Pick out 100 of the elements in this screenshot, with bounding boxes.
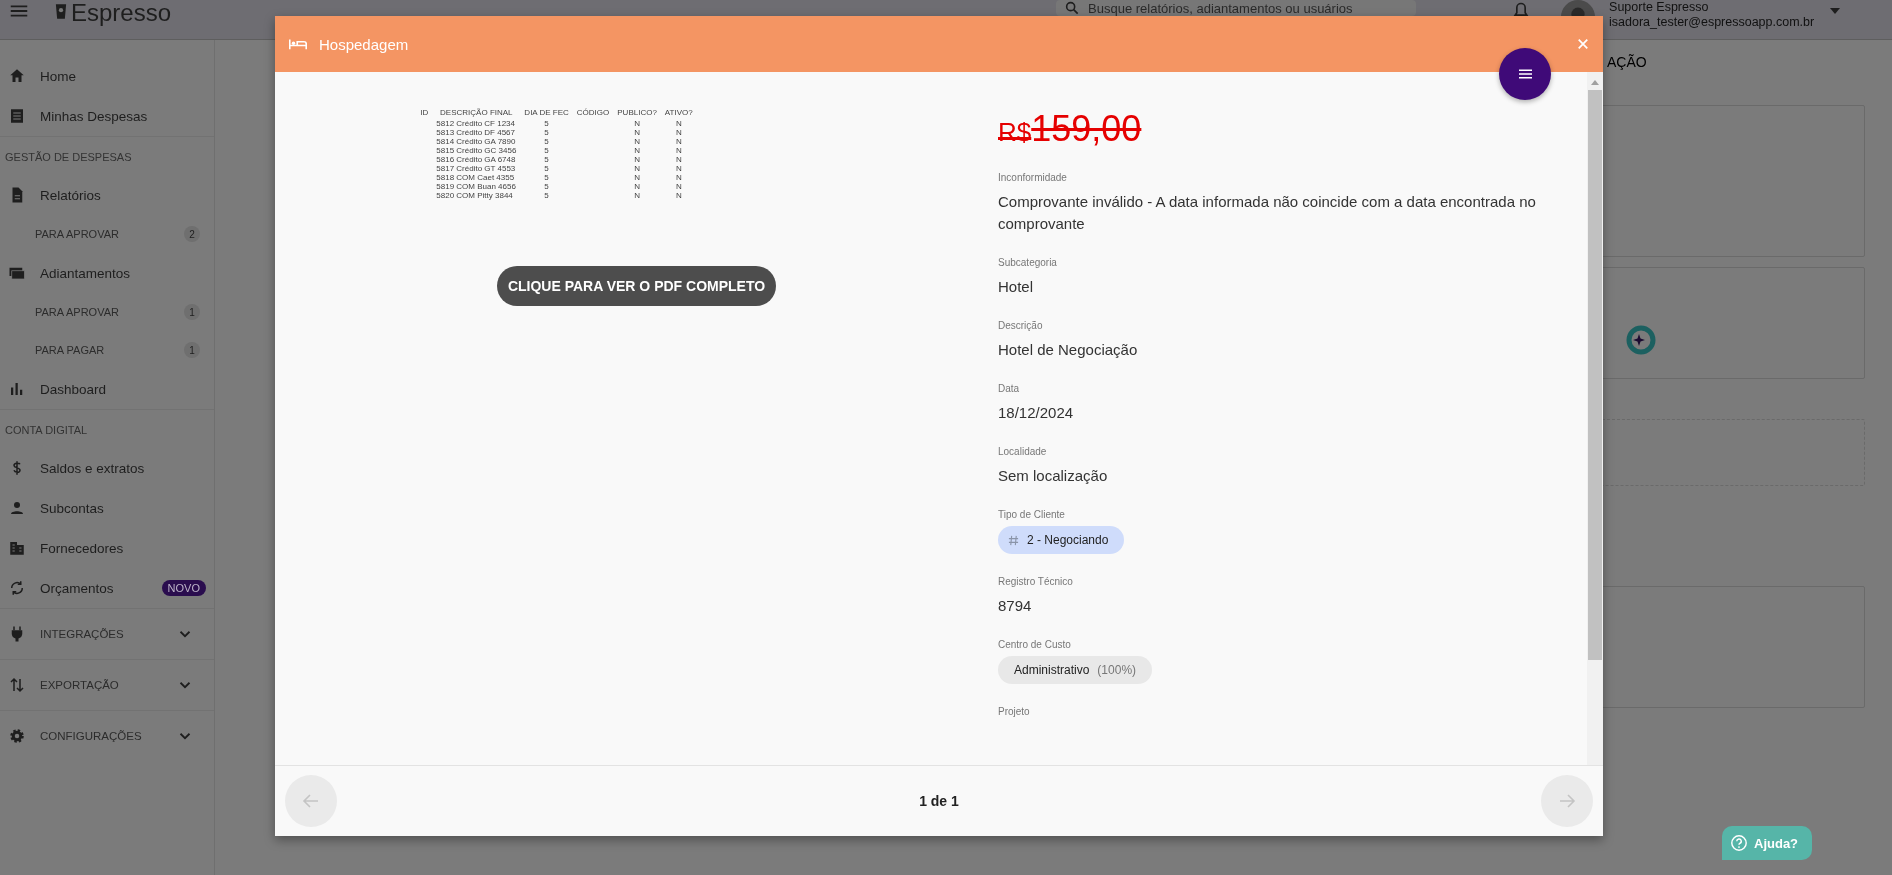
table-cell: N [675, 119, 682, 128]
user-email: isadora_tester@espressoapp.com.br [1609, 15, 1815, 30]
sidebar-item[interactable]: Saldos e extratos [0, 448, 214, 488]
table-cell: 5 [544, 173, 549, 182]
scrollbar[interactable] [1587, 72, 1603, 765]
gear-icon [8, 727, 26, 745]
menu-button[interactable] [1499, 48, 1551, 100]
cycle-icon [8, 579, 26, 597]
building-icon [8, 539, 26, 557]
sidebar-group[interactable]: EXPORTAÇÃO [0, 659, 214, 710]
field-label: Inconformidade [998, 172, 1067, 183]
table-cell: N [675, 155, 682, 164]
field-label: Subcategoria [998, 257, 1057, 268]
table-cell: N [634, 182, 640, 191]
table-cell: N [675, 191, 682, 200]
sidebar-subitem[interactable]: PARA APROVAR 2 [0, 215, 214, 253]
count-badge: 1 [184, 342, 200, 358]
section-heading: CONTA DIGITAL [0, 409, 214, 448]
bed-icon [289, 38, 307, 50]
field-label: Data [998, 383, 1020, 394]
table-cell: 5816 Crédito GA 6748 [436, 155, 516, 164]
cost-center-chip: Administrativo (100%) [998, 656, 1153, 684]
sidebar-subitem[interactable]: PARA PAGAR 1 [0, 331, 214, 369]
sidebar-item[interactable]: Home [0, 56, 214, 96]
field-value: 8794 [998, 596, 1032, 616]
view-pdf-button[interactable]: CLIQUE PARA VER O PDF COMPLETO [496, 266, 777, 306]
menu-icon [1518, 69, 1532, 79]
field-label: Registro Técnico [998, 576, 1073, 587]
sparkle-icon[interactable] [1626, 325, 1656, 355]
table-cell: N [634, 128, 640, 137]
table-cell: N [634, 155, 640, 164]
table-cell: N [675, 182, 682, 191]
user-name: Suporte Espresso [1609, 0, 1710, 15]
sidebar-item[interactable]: Relatórios [0, 175, 214, 215]
sidebar-item[interactable]: Dashboard [0, 369, 214, 409]
table-cell: N [634, 164, 640, 173]
field-value: 18/12/2024 [998, 403, 1074, 423]
table-cell: 5818 COM Caet 4355 [436, 173, 515, 182]
table-header: DESCRIÇÃO FINAL [439, 108, 514, 119]
table-cell: N [634, 119, 640, 128]
field-value: Hotel [998, 277, 1034, 297]
table-cell: 5819 COM Buan 4656 [436, 182, 516, 191]
sidebar-item[interactable]: Minhas Despesas [0, 96, 214, 136]
search-field[interactable]: Busque relatórios, adiantamentos ou usuários [1056, 0, 1417, 16]
close-icon[interactable] [1577, 38, 1589, 50]
dialog-title: Hospedagem [319, 35, 410, 53]
table-cell: 5 [544, 146, 549, 155]
field-label: Centro de Custo [998, 639, 1071, 650]
help-icon [1730, 834, 1748, 852]
field-value: Comprovante inválido - A data informada não coincide com a data encontrada no comprovante [998, 192, 1537, 234]
table-header: ATIVO? [663, 108, 694, 119]
table-cell: N [634, 191, 640, 200]
sidebar-subitem[interactable]: PARA APROVAR 1 [0, 293, 214, 331]
new-badge: NOVO [161, 580, 206, 596]
table-cell: N [634, 137, 640, 146]
table-cell: 5820 COM Pitty 3844 [436, 191, 513, 200]
page-indicator: 1 de 1 [919, 793, 959, 809]
table-cell: N [675, 128, 682, 137]
count-badge: 2 [184, 226, 200, 242]
field-label: Descrição [998, 320, 1043, 331]
table-cell: 5 [544, 164, 549, 173]
field-label: Localidade [998, 446, 1047, 457]
section-heading: GESTÃO DE DESPESAS [0, 136, 214, 175]
table-cell: N [634, 146, 640, 155]
table-cell: 5813 Crédito DF 4567 [436, 128, 515, 137]
scrollbar-thumb[interactable] [1588, 90, 1602, 660]
person-icon [8, 499, 26, 517]
field-value: Hotel de Negociação [998, 340, 1138, 360]
arrows-icon [8, 676, 26, 694]
sidebar-item[interactable]: Fornecedores [0, 528, 214, 568]
table-cell: 5 [544, 137, 549, 146]
home-icon [8, 67, 26, 85]
search-icon [1064, 0, 1081, 16]
field-label: Tipo de Cliente [998, 509, 1065, 520]
chip-label: 2 - Negociando [1027, 533, 1109, 547]
sidebar-group[interactable]: CONFIGURAÇÕES [0, 710, 214, 761]
table-header: PUBLICO? [616, 108, 658, 119]
sidebar-item[interactable]: Orçamentos NOVO [0, 568, 214, 608]
table-cell: 5814 Crédito GA 7890 [436, 137, 516, 146]
sidebar-item[interactable]: Adiantamentos [0, 253, 214, 293]
table-header: ID [419, 108, 430, 119]
table-header: DIA DE FEC [523, 108, 570, 119]
table-cell: 5 [544, 155, 549, 164]
list-icon [8, 107, 26, 125]
heading-fragment: AÇÃO [1607, 54, 1647, 70]
table-cell: N [675, 137, 682, 146]
sidebar-group[interactable]: INTEGRAÇÕES [0, 608, 214, 659]
sidebar-item[interactable]: Subcontas [0, 488, 214, 528]
table-cell: 5 [544, 182, 549, 191]
table-cell: N [675, 164, 682, 173]
field-label: Projeto [998, 706, 1030, 717]
brand-name: Espresso [71, 0, 172, 26]
scroll-up-icon[interactable] [1591, 80, 1599, 85]
table-cell: N [675, 146, 682, 155]
count-badge: 1 [184, 304, 200, 320]
caret-icon[interactable] [1830, 8, 1841, 14]
help-button[interactable]: Ajuda? [1722, 826, 1813, 860]
table-header: CÓDIGO [575, 108, 611, 119]
table-cell: 5817 Crédito GT 4553 [436, 164, 516, 173]
price: R$159,00 [998, 108, 1143, 150]
